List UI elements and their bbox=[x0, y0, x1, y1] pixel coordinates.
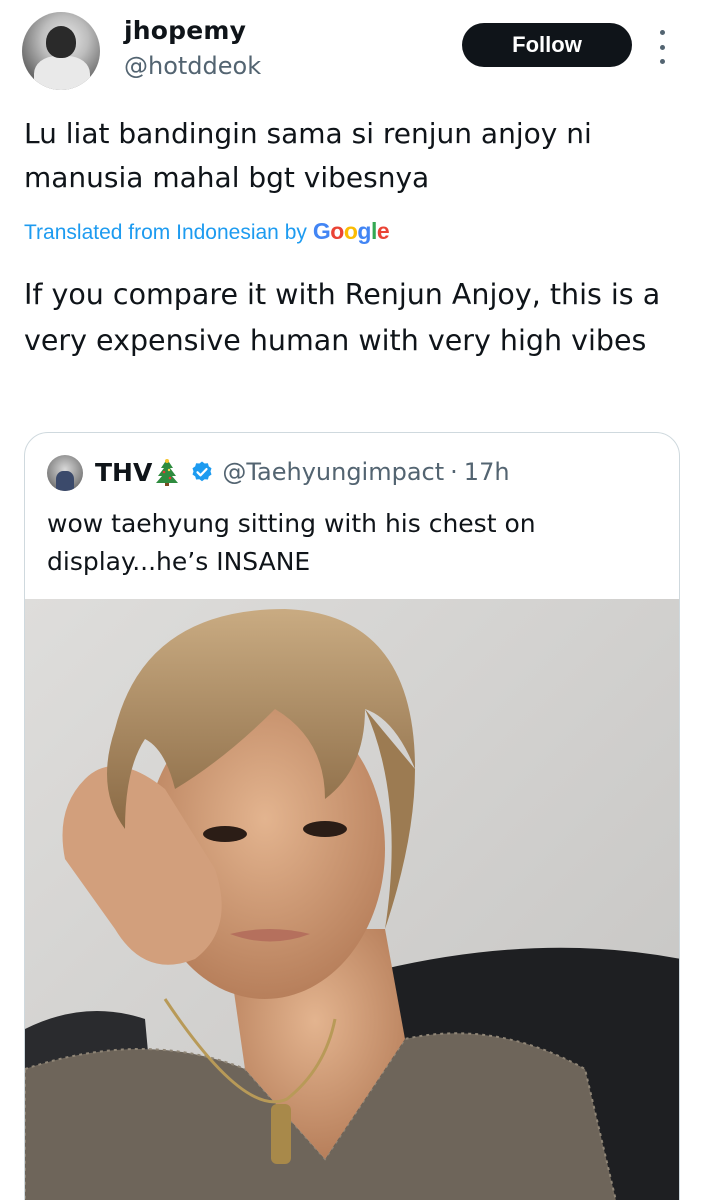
translation-label: Translated from Indonesian by bbox=[24, 221, 307, 244]
author-avatar[interactable] bbox=[22, 12, 100, 90]
author-handle[interactable]: @hotddeok bbox=[124, 52, 261, 80]
verified-badge-icon bbox=[192, 461, 212, 482]
author-display-name[interactable]: jhopemy bbox=[124, 16, 246, 45]
quoted-tweet-time: 17h bbox=[463, 458, 510, 486]
tweet-translated-text: If you compare it with Renjun Anjoy, thi… bbox=[24, 278, 661, 357]
quoted-author-avatar bbox=[47, 455, 83, 491]
quoted-author-name: THV bbox=[95, 457, 153, 487]
tweet-original-text: Lu liat bandingin sama si renjun anjoy n… bbox=[24, 117, 592, 194]
more-vertical-icon[interactable] bbox=[652, 30, 672, 64]
tweet: jhopemy @hotddeok Follow Lu liat banding… bbox=[0, 0, 701, 1200]
google-logo-letter: o bbox=[343, 218, 358, 244]
google-logo-letter: o bbox=[330, 218, 344, 244]
christmas-tree-icon bbox=[156, 459, 179, 486]
portrait-illustration bbox=[25, 599, 679, 1200]
avatar-body-shape bbox=[34, 56, 90, 90]
time-separator: · bbox=[450, 458, 458, 486]
follow-button[interactable]: Follow bbox=[462, 23, 632, 67]
translation-attribution[interactable]: Translated from Indonesian by Google bbox=[24, 218, 390, 245]
quoted-tweet-card[interactable]: THV @Taehyungimpact · 17h wow taehyung s… bbox=[24, 432, 680, 1200]
quoted-tweet-text: wow taehyung sitting with his chest on d… bbox=[47, 509, 536, 576]
quoted-author-handle: @Taehyungimpact bbox=[222, 458, 445, 486]
google-logo-letter: G bbox=[312, 218, 331, 244]
quoted-tweet-photo[interactable] bbox=[25, 599, 679, 1200]
google-logo-letter: g bbox=[357, 218, 371, 244]
avatar-head-shape bbox=[46, 26, 76, 58]
google-logo: Google bbox=[312, 218, 390, 245]
quoted-tweet-header: THV @Taehyungimpact · 17h bbox=[95, 457, 510, 487]
google-logo-letter: e bbox=[376, 218, 390, 244]
